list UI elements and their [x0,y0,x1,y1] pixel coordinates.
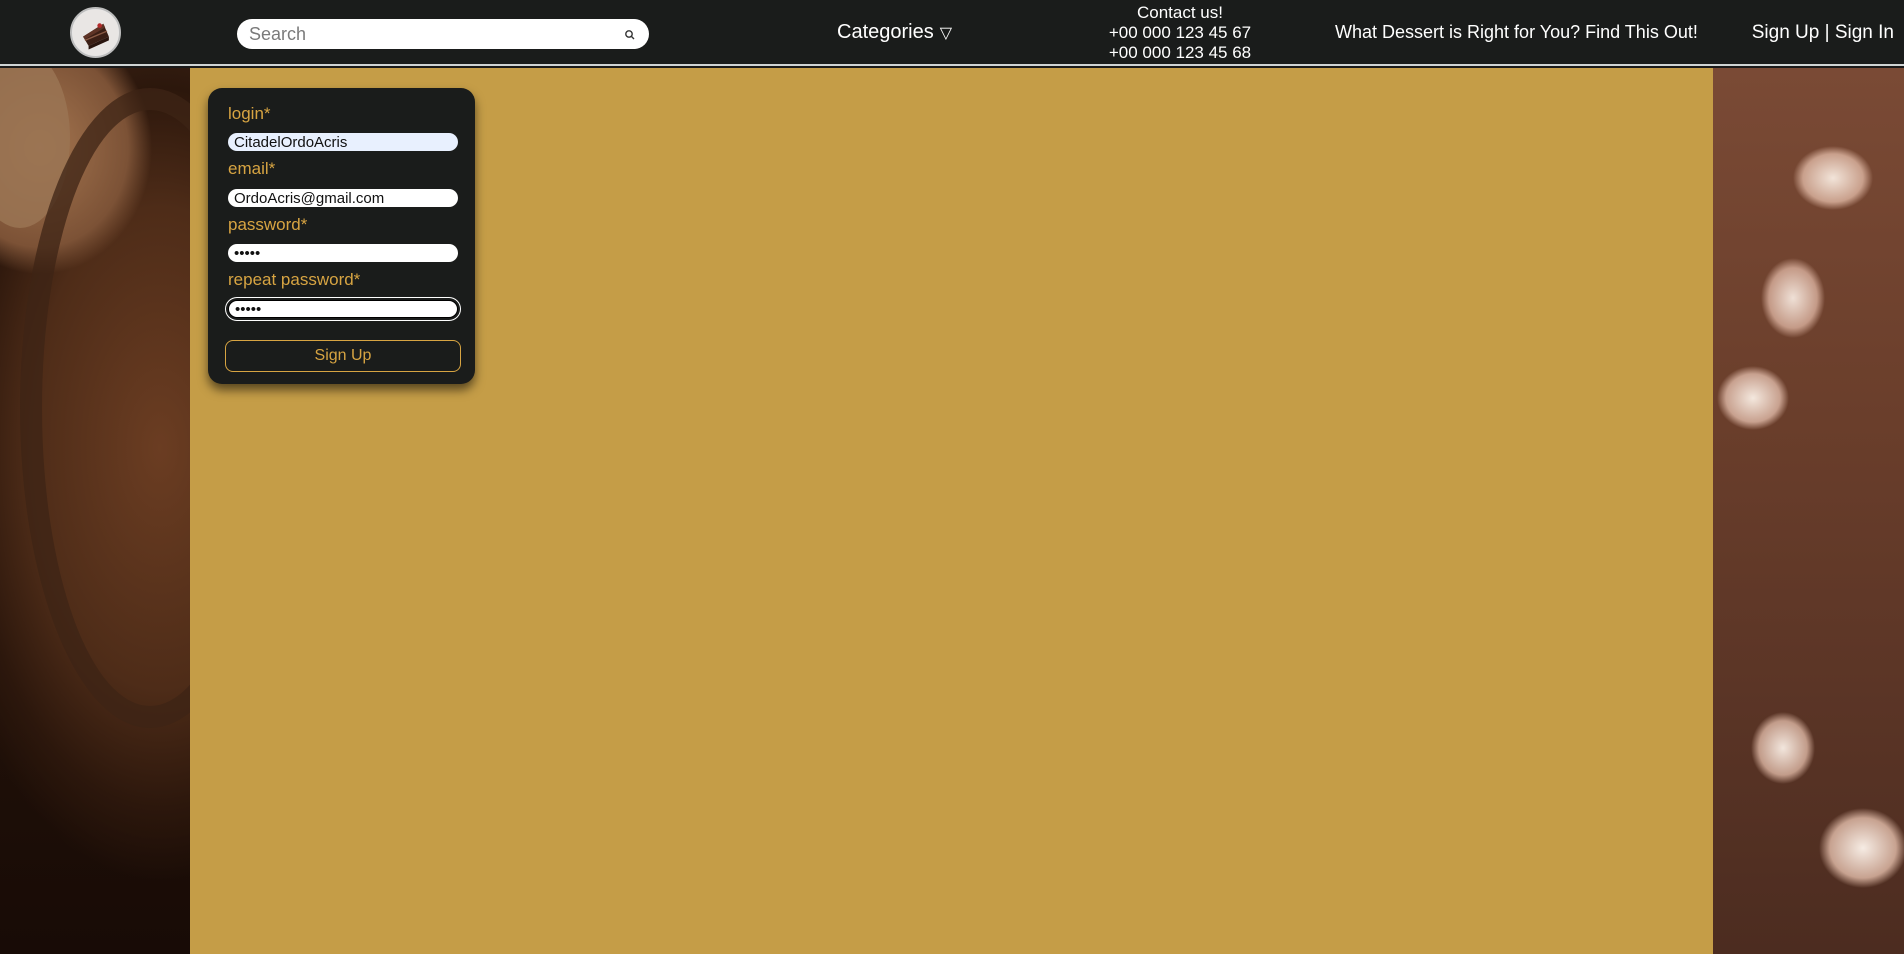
contact-title: Contact us! [1137,3,1223,22]
cocoa-background-image [0,68,190,954]
email-label: email* [228,159,276,178]
search-input[interactable] [249,19,609,49]
auth-links: Sign Up | Sign In [1752,22,1894,44]
top-navbar: Categories ▽ Contact us! +00 000 123 45 6… [0,0,1904,66]
contact-phone-1: +00 000 123 45 67 [1108,23,1252,42]
contact-info: Contact us! +00 000 123 45 67 +00 000 12… [1080,3,1280,63]
signin-link[interactable]: Sign In [1835,22,1894,43]
chevron-down-icon: ▽ [939,25,953,42]
cake-slice-logo-icon[interactable] [70,7,121,58]
search-bar [237,19,649,49]
signup-submit-button[interactable]: Sign Up [225,340,461,372]
signup-link[interactable]: Sign Up [1752,22,1820,43]
categories-dropdown[interactable]: Categories ▽ [837,21,952,44]
password-field[interactable] [228,244,458,262]
login-field[interactable] [228,133,458,151]
contact-phone-2: +00 000 123 45 68 [1108,43,1252,62]
auth-separator: | [1819,22,1835,43]
repeat-password-label: repeat password* [228,270,361,289]
signup-form: login* email* password* repeat password*… [208,88,475,384]
repeat-password-field[interactable] [228,300,458,318]
password-label: password* [228,215,308,234]
search-icon[interactable] [623,28,637,42]
categories-label: Categories [837,21,934,43]
dessert-quiz-link[interactable]: What Dessert is Right for You? Find This… [1335,22,1698,43]
email-field[interactable] [228,189,458,207]
main-content: login* email* password* repeat password*… [190,68,1713,954]
chocolate-nuts-background-image [1713,68,1904,954]
login-label: login* [228,104,271,123]
